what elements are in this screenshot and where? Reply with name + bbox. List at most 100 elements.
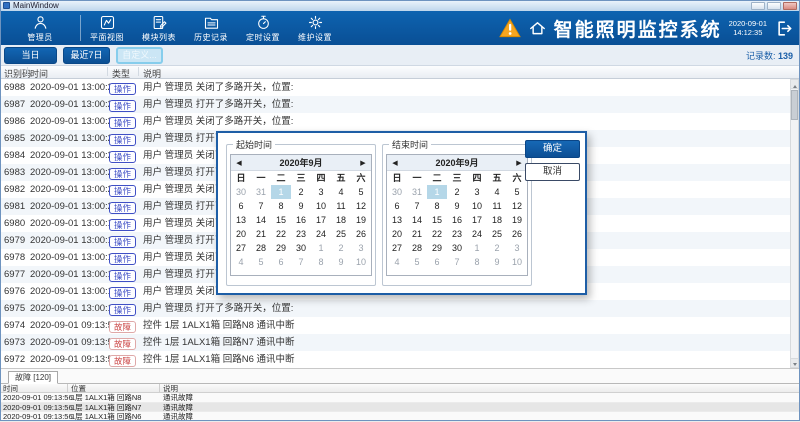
- toolbar-item-admin[interactable]: 管理员: [0, 11, 80, 45]
- toolbar-item-module-list[interactable]: 模块列表: [133, 11, 185, 45]
- table-row[interactable]: 69752020-09-01 13:00:16操作用户 管理员 打开了多路开关，…: [0, 300, 800, 317]
- table-row[interactable]: 69742020-09-01 09:13:56故障控件 1层 1ALX1箱 回路…: [0, 317, 800, 334]
- calendar-day[interactable]: 3: [351, 241, 371, 255]
- calendar-day[interactable]: 3: [507, 241, 527, 255]
- calendar-day[interactable]: 1: [467, 241, 487, 255]
- calendar-day[interactable]: 31: [251, 185, 271, 199]
- calendar-day[interactable]: 4: [487, 185, 507, 199]
- filter-custom-button[interactable]: 自定义...: [116, 47, 163, 64]
- ok-button[interactable]: 确定: [525, 140, 580, 158]
- calendar-day[interactable]: 19: [507, 213, 527, 227]
- calendar-day[interactable]: 10: [351, 255, 371, 269]
- calendar-day[interactable]: 16: [447, 213, 467, 227]
- next-month-icon[interactable]: ▶: [355, 159, 371, 167]
- toolbar-item-history[interactable]: 历史记录: [185, 11, 237, 45]
- calendar-day[interactable]: 9: [487, 255, 507, 269]
- calendar-day[interactable]: 26: [507, 227, 527, 241]
- filter-last7-button[interactable]: 最近7日: [63, 47, 110, 64]
- calendar-day[interactable]: 2: [331, 241, 351, 255]
- calendar-day[interactable]: 2: [447, 185, 467, 199]
- calendar-day[interactable]: 25: [487, 227, 507, 241]
- minimize-icon[interactable]: [751, 2, 765, 10]
- calendar-day[interactable]: 10: [311, 199, 331, 213]
- calendar-day[interactable]: 7: [407, 199, 427, 213]
- calendar-day[interactable]: 6: [231, 199, 251, 213]
- calendar-day[interactable]: 4: [231, 255, 251, 269]
- table-row[interactable]: 69872020-09-01 13:00:27操作用户 管理员 打开了多路开关，…: [0, 96, 800, 113]
- calendar-day[interactable]: 5: [251, 255, 271, 269]
- calendar-day[interactable]: 27: [231, 241, 251, 255]
- calendar-day[interactable]: 5: [507, 185, 527, 199]
- cancel-button[interactable]: 取消: [525, 163, 580, 181]
- calendar-day[interactable]: 13: [387, 213, 407, 227]
- filter-today-button[interactable]: 当日: [4, 47, 57, 64]
- calendar-day[interactable]: 14: [407, 213, 427, 227]
- calendar-day[interactable]: 20: [231, 227, 251, 241]
- fault-tab[interactable]: 故障 [120]: [8, 371, 58, 384]
- calendar-day[interactable]: 8: [311, 255, 331, 269]
- calendar-day[interactable]: 7: [291, 255, 311, 269]
- calendar-day[interactable]: 7: [251, 199, 271, 213]
- calendar-day[interactable]: 30: [387, 185, 407, 199]
- calendar-day[interactable]: 18: [331, 213, 351, 227]
- calendar-day[interactable]: 8: [271, 199, 291, 213]
- table-row[interactable]: 69732020-09-01 09:13:56故障控件 1层 1ALX1箱 回路…: [0, 334, 800, 351]
- calendar-day[interactable]: 12: [351, 199, 371, 213]
- calendar-day[interactable]: 18: [487, 213, 507, 227]
- prev-month-icon[interactable]: ◀: [387, 159, 403, 167]
- calendar-day[interactable]: 4: [387, 255, 407, 269]
- fault-row[interactable]: 2020-09-01 09:13:561层 1ALX1箱 回路N8通讯故障: [0, 393, 800, 403]
- calendar-day[interactable]: 10: [467, 199, 487, 213]
- calendar-day[interactable]: 27: [387, 241, 407, 255]
- calendar-day[interactable]: 21: [251, 227, 271, 241]
- calendar-day[interactable]: 1: [311, 241, 331, 255]
- calendar-day[interactable]: 15: [427, 213, 447, 227]
- calendar-day[interactable]: 29: [271, 241, 291, 255]
- prev-month-icon[interactable]: ◀: [231, 159, 247, 167]
- calendar-day[interactable]: 20: [387, 227, 407, 241]
- calendar-day[interactable]: 13: [231, 213, 251, 227]
- maximize-icon[interactable]: [767, 2, 781, 10]
- calendar-day[interactable]: 19: [351, 213, 371, 227]
- calendar-day[interactable]: 5: [351, 185, 371, 199]
- table-row[interactable]: 69722020-09-01 09:13:56故障控件 1层 1ALX1箱 回路…: [0, 351, 800, 368]
- calendar-day[interactable]: 14: [251, 213, 271, 227]
- scrollbar-thumb[interactable]: [791, 90, 798, 120]
- calendar-day[interactable]: 9: [331, 255, 351, 269]
- calendar-day[interactable]: 10: [507, 255, 527, 269]
- calendar-day[interactable]: 16: [291, 213, 311, 227]
- calendar-day[interactable]: 29: [427, 241, 447, 255]
- table-row[interactable]: 69882020-09-01 13:00:27操作用户 管理员 关闭了多路开关，…: [0, 79, 800, 96]
- calendar-day[interactable]: 30: [231, 185, 251, 199]
- table-row[interactable]: 69862020-09-01 13:00:26操作用户 管理员 关闭了多路开关，…: [0, 113, 800, 130]
- close-icon[interactable]: [783, 2, 797, 10]
- calendar-day[interactable]: 23: [291, 227, 311, 241]
- calendar-day[interactable]: 24: [467, 227, 487, 241]
- calendar-day[interactable]: 3: [467, 185, 487, 199]
- calendar-day[interactable]: 2: [487, 241, 507, 255]
- calendar-day[interactable]: 28: [251, 241, 271, 255]
- calendar-day[interactable]: 6: [271, 255, 291, 269]
- calendar-day[interactable]: 7: [447, 255, 467, 269]
- toolbar-item-maintenance-settings[interactable]: 维护设置: [289, 11, 341, 45]
- calendar-day-selected[interactable]: 1: [271, 185, 291, 199]
- calendar-day[interactable]: 15: [271, 213, 291, 227]
- toolbar-item-plan-view[interactable]: 平面视图: [81, 11, 133, 45]
- calendar-day[interactable]: 25: [331, 227, 351, 241]
- calendar-day[interactable]: 9: [447, 199, 467, 213]
- calendar-day[interactable]: 23: [447, 227, 467, 241]
- calendar-day[interactable]: 30: [447, 241, 467, 255]
- calendar-day[interactable]: 2: [291, 185, 311, 199]
- calendar-day[interactable]: 22: [271, 227, 291, 241]
- calendar-day[interactable]: 5: [407, 255, 427, 269]
- calendar-day[interactable]: 12: [507, 199, 527, 213]
- warning-triangle-icon[interactable]: [499, 18, 521, 38]
- calendar-day[interactable]: 31: [407, 185, 427, 199]
- calendar-day-selected[interactable]: 1: [427, 185, 447, 199]
- scrollbar-up-icon[interactable]: [791, 80, 798, 89]
- calendar-day[interactable]: 28: [407, 241, 427, 255]
- fault-row[interactable]: 2020-09-01 09:13:561层 1ALX1箱 回路N7通讯故障: [0, 403, 800, 413]
- scrollbar-down-icon[interactable]: [791, 358, 798, 367]
- calendar-day[interactable]: 6: [427, 255, 447, 269]
- toolbar-item-timer-settings[interactable]: 定时设置: [237, 11, 289, 45]
